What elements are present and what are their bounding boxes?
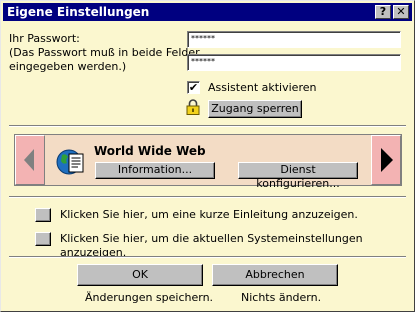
separator-middle [9,196,406,198]
separator-bottom [9,256,406,258]
password-hint-line2: eingegeben werden.) [9,60,127,73]
password-field[interactable]: ****** [187,31,401,48]
information-button[interactable]: Information... [95,162,215,179]
system-settings-button[interactable] [35,232,51,246]
padlock-icon [186,99,200,115]
password-label: Ihr Passwort: [9,32,80,45]
close-button[interactable]: ✕ [393,5,409,19]
cancel-button[interactable]: Abbrechen [212,264,338,286]
globe-document-icon [55,145,89,179]
help-button[interactable]: ? [375,5,391,19]
configure-service-button[interactable]: Dienst konfigurieren... [238,162,358,190]
previous-service-button[interactable] [15,135,45,185]
ok-button[interactable]: OK [77,264,203,286]
separator-top [9,125,406,127]
ok-caption: Änderungen speichern. [85,291,214,304]
password-confirm-field[interactable]: ****** [187,54,401,71]
triangle-left-icon [24,149,34,171]
assistant-checkbox-label: Assistent aktivieren [208,81,317,94]
triangle-right-icon [381,148,393,172]
intro-label: Klicken Sie hier, um eine kurze Einleitu… [60,208,358,221]
assistant-checkbox[interactable]: ✔ [187,81,200,94]
title-bar[interactable]: Eigene Einstellungen ? ✕ [3,3,412,21]
intro-button[interactable] [35,208,51,222]
service-title: World Wide Web [94,144,206,158]
close-icon: ✕ [396,5,406,18]
settings-dialog: Eigene Einstellungen ? ✕ Ihr Passwort: (… [0,0,415,312]
service-panel: World Wide Web Information... Dienst kon… [14,134,402,190]
window-title: Eigene Einstellungen [7,5,150,19]
next-service-button[interactable] [371,135,401,185]
lock-access-button[interactable]: Zugang sperren [208,100,302,118]
password-hint-line1: (Das Passwort muß in beide Felder [9,46,200,59]
cancel-caption: Nichts ändern. [241,291,322,304]
